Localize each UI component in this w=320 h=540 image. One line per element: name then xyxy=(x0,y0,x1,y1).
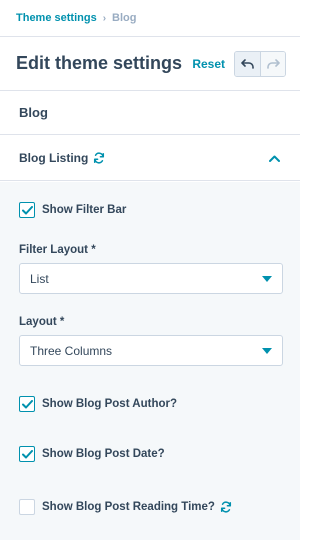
select-value: Three Columns xyxy=(30,343,113,358)
redo-button[interactable] xyxy=(260,51,285,76)
undo-button[interactable] xyxy=(235,51,260,76)
checkbox-label: Show Blog Post Author? xyxy=(42,398,178,410)
breadcrumb-separator-icon: › xyxy=(102,12,107,24)
show-reading-time-checkbox[interactable]: Show Blog Post Reading Time? xyxy=(19,499,232,515)
caret-down-icon xyxy=(262,347,272,354)
show-filter-bar-checkbox[interactable]: Show Filter Bar xyxy=(19,202,126,218)
checkbox-label: Show Blog Post Reading Time? xyxy=(42,501,215,513)
blog-listing-panel: Show Filter Bar Filter Layout * List Lay… xyxy=(0,182,300,540)
blog-listing-group-toggle[interactable]: Blog Listing xyxy=(0,135,300,181)
group-title-wrap: Blog Listing xyxy=(19,151,269,165)
undo-redo-group xyxy=(234,50,286,77)
chevron-up-icon[interactable] xyxy=(269,151,280,165)
show-author-checkbox[interactable]: Show Blog Post Author? xyxy=(19,396,177,412)
select-value: List xyxy=(30,271,49,286)
reset-button[interactable]: Reset xyxy=(192,57,225,71)
checkbox-box[interactable] xyxy=(19,202,35,218)
sync-icon xyxy=(220,501,232,513)
redo-icon xyxy=(267,58,280,69)
sync-icon xyxy=(93,152,105,164)
check-icon xyxy=(21,205,33,214)
undo-icon xyxy=(240,58,254,69)
layout-select[interactable]: Three Columns xyxy=(19,335,283,366)
group-title: Blog Listing xyxy=(19,150,89,165)
checkbox-label: Show Filter Bar xyxy=(42,204,127,216)
breadcrumb-current: Blog xyxy=(112,12,137,24)
page-title: Edit theme settings xyxy=(16,53,183,73)
checkbox-box[interactable] xyxy=(19,446,35,462)
check-icon xyxy=(21,399,33,408)
section-title: Blog xyxy=(0,91,300,135)
breadcrumb-theme-settings-link[interactable]: Theme settings xyxy=(16,12,97,24)
show-date-checkbox[interactable]: Show Blog Post Date? xyxy=(19,446,165,462)
checkbox-label: Show Blog Post Date? xyxy=(42,448,165,460)
checkbox-box[interactable] xyxy=(19,396,35,412)
layout-label: Layout * xyxy=(19,316,65,328)
check-icon xyxy=(21,449,33,458)
filter-layout-select[interactable]: List xyxy=(19,263,283,294)
checkbox-box[interactable] xyxy=(19,499,35,515)
breadcrumb: Theme settings › Blog xyxy=(0,0,300,36)
page-header: Edit theme settings Reset xyxy=(0,36,300,91)
filter-layout-label: Filter Layout * xyxy=(19,244,96,256)
caret-down-icon xyxy=(262,275,272,282)
